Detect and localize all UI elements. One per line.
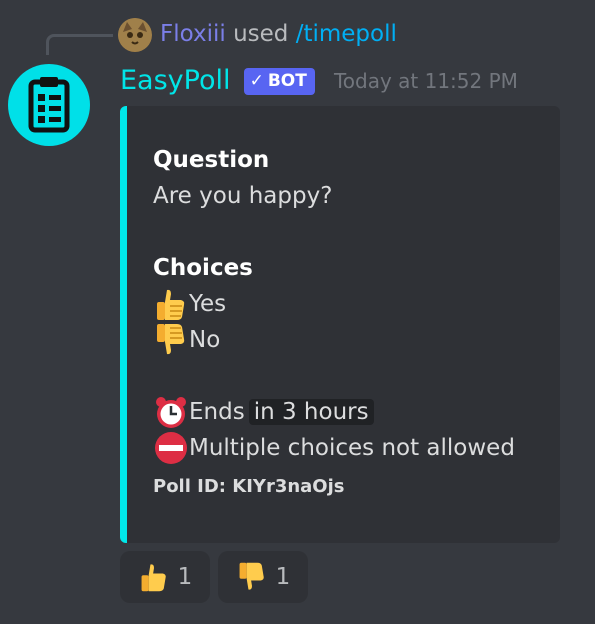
multiple-choice-row: Multiple choices not allowed bbox=[153, 430, 550, 466]
choice-item: No bbox=[153, 322, 550, 358]
thumbs-up-icon bbox=[141, 564, 166, 592]
ends-row: Ends in 3 hours bbox=[153, 394, 550, 430]
message-timestamp[interactable]: Today at 11:52 PM bbox=[334, 69, 518, 93]
bot-avatar[interactable] bbox=[8, 64, 90, 146]
reply-line-text: Floxiii used /timepoll bbox=[160, 19, 397, 49]
thumbs-up-icon bbox=[157, 289, 185, 320]
reply-command[interactable]: /timepoll bbox=[296, 21, 397, 47]
no-entry-icon bbox=[155, 432, 187, 464]
reaction-thumbs-down[interactable]: 1 bbox=[218, 551, 308, 603]
reaction-bar: 1 1 bbox=[120, 551, 308, 603]
reply-connector-line bbox=[46, 34, 113, 55]
reply-user-avatar[interactable] bbox=[118, 18, 152, 52]
reaction-count: 1 bbox=[275, 564, 291, 590]
verified-check-icon: ✓ bbox=[249, 70, 264, 91]
choices-label: Choices bbox=[153, 255, 253, 281]
ends-prefix: Ends bbox=[189, 399, 245, 425]
bot-tag: ✓ BOT bbox=[243, 67, 315, 95]
reaction-thumbs-up[interactable]: 1 bbox=[120, 551, 210, 603]
thumbs-down-icon bbox=[157, 324, 185, 355]
reply-username[interactable]: Floxiii bbox=[160, 21, 226, 47]
multiple-choice-text: Multiple choices not allowed bbox=[189, 435, 515, 461]
thumbs-down-icon bbox=[239, 562, 264, 590]
question-text: Are you happy? bbox=[153, 183, 333, 209]
clipboard-icon bbox=[28, 77, 70, 133]
message-header: EasyPoll ✓ BOT Today at 11:52 PM bbox=[120, 63, 518, 101]
reply-verb: used bbox=[233, 21, 289, 47]
bot-tag-label: BOT bbox=[267, 70, 307, 91]
choice-label: No bbox=[189, 327, 221, 353]
reaction-count: 1 bbox=[177, 564, 193, 590]
question-label: Question bbox=[153, 147, 270, 173]
poll-embed: Question Are you happy? Choices Yes No E… bbox=[120, 106, 560, 543]
choice-label: Yes bbox=[189, 291, 227, 317]
choice-item: Yes bbox=[153, 286, 550, 322]
author-name[interactable]: EasyPoll bbox=[120, 63, 231, 99]
poll-id-footer: Poll ID: KIYr3naOjs bbox=[153, 476, 345, 497]
ends-time: in 3 hours bbox=[248, 399, 374, 425]
alarm-clock-icon bbox=[156, 397, 186, 428]
